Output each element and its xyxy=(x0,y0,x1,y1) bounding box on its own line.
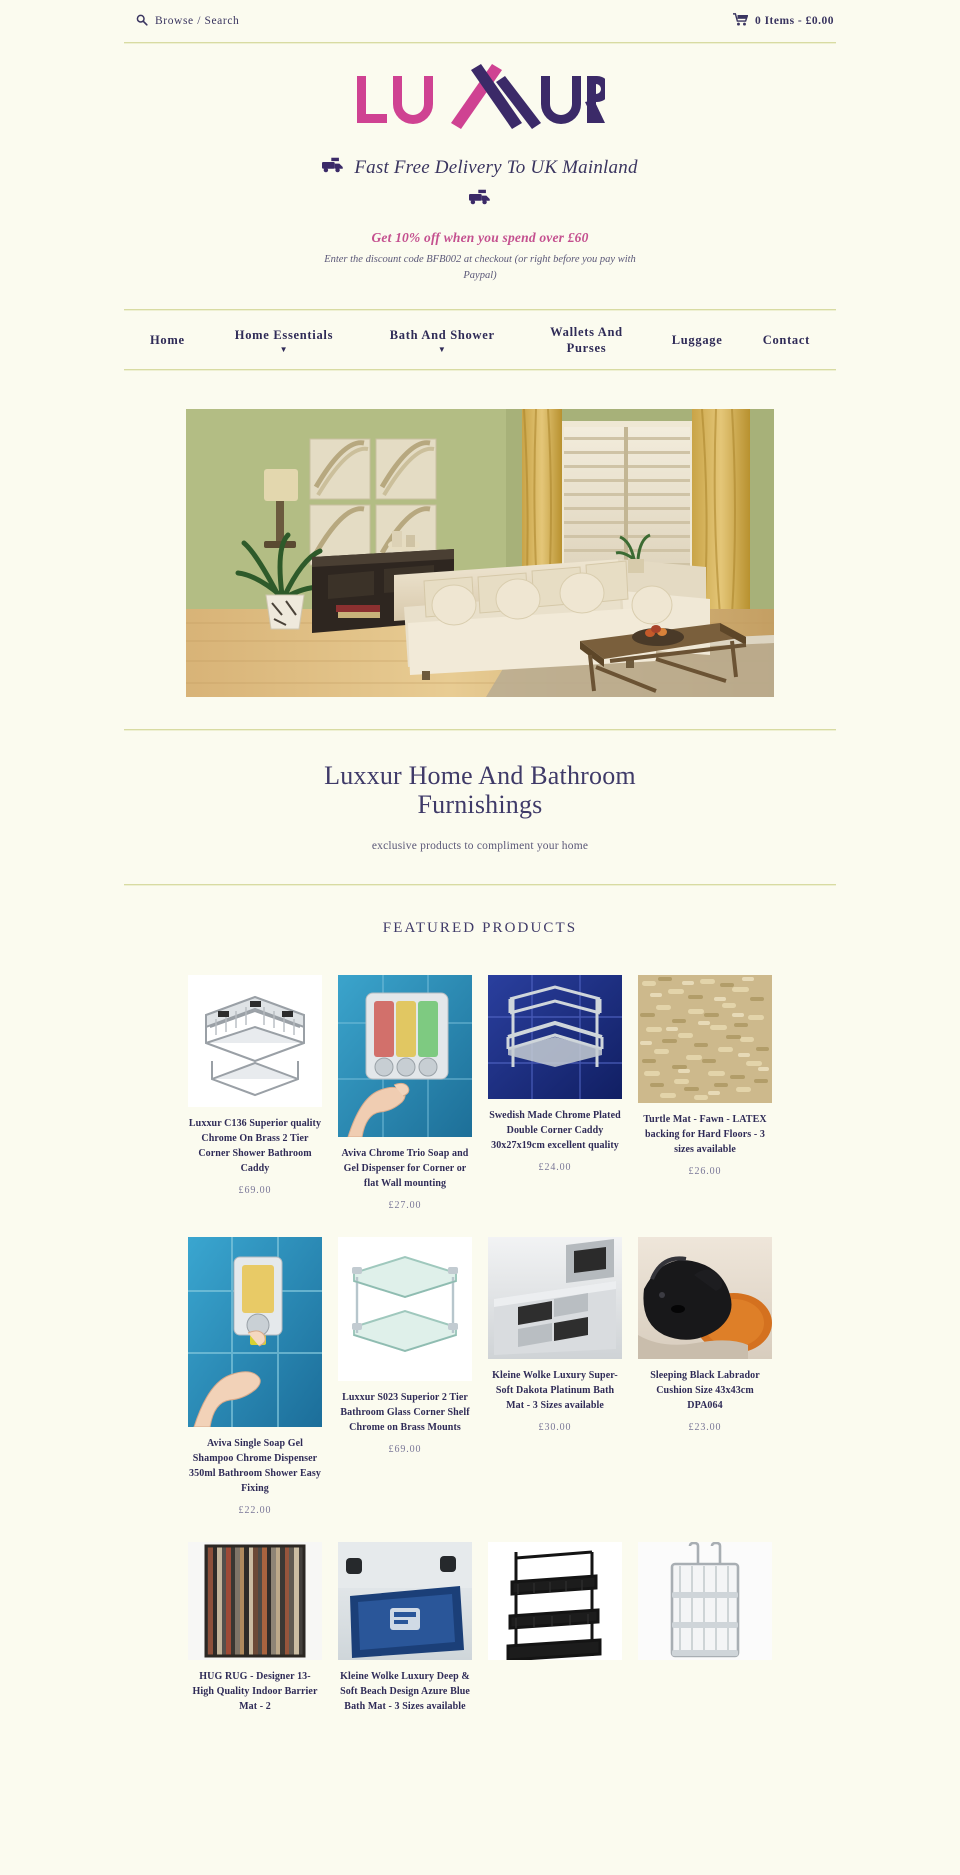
product-card[interactable]: Swedish Made Chrome Plated Double Corner… xyxy=(480,974,630,1237)
promo-details: Enter the discount code BFB002 at checko… xyxy=(324,254,636,282)
product-card[interactable]: Luxxur C136 Superior quality Chrome On B… xyxy=(180,974,330,1237)
product-title: Swedish Made Chrome Plated Double Corner… xyxy=(489,1109,621,1151)
product-title: Kleine Wolke Luxury Deep & Soft Beach De… xyxy=(340,1670,470,1712)
hero-banner-image[interactable] xyxy=(186,409,774,698)
nav-item-luggage[interactable]: Luggage xyxy=(672,332,723,349)
product-image xyxy=(188,974,322,1107)
nav-label: Wallets And Purses xyxy=(550,324,623,356)
nav-item-bath-and-shower[interactable]: Bath And Shower ▼ xyxy=(383,327,501,354)
product-title: Aviva Single Soap Gel Shampoo Chrome Dis… xyxy=(189,1437,321,1494)
product-card[interactable] xyxy=(480,1541,630,1749)
product-card[interactable]: Aviva Chrome Trio Soap and Gel Dispenser… xyxy=(330,974,480,1237)
nav-label: Contact xyxy=(762,332,810,347)
promo-headline: Get 10% off when you spend over £60 xyxy=(371,230,589,245)
product-price: £69.00 xyxy=(238,1184,272,1196)
delivery-truck-icon xyxy=(469,188,491,210)
product-price: £27.00 xyxy=(388,1199,422,1211)
product-price: £22.00 xyxy=(238,1504,272,1516)
nav-item-wallets-and-purses[interactable]: Wallets And Purses xyxy=(541,324,631,358)
product-price: £69.00 xyxy=(388,1443,422,1455)
product-card[interactable]: Sleeping Black Labrador Cushion Size 43x… xyxy=(630,1236,780,1542)
browse-search-button[interactable]: Browse / Search xyxy=(136,14,239,29)
product-card[interactable]: Turtle Mat - Fawn - LATEX backing for Ha… xyxy=(630,974,780,1237)
product-title: Sleeping Black Labrador Cushion Size 43x… xyxy=(650,1369,760,1411)
product-image xyxy=(338,1541,472,1660)
product-price: £30.00 xyxy=(538,1421,572,1433)
browse-search-label: Browse / Search xyxy=(155,15,240,27)
product-price: £26.00 xyxy=(688,1165,722,1177)
product-image xyxy=(638,1236,772,1359)
product-title: Luxxur S023 Superior 2 Tier Bathroom Gla… xyxy=(340,1391,470,1433)
product-price: £24.00 xyxy=(538,1161,572,1173)
search-icon xyxy=(136,14,148,29)
cart-label: 0 Items - £0.00 xyxy=(754,15,834,27)
product-card[interactable]: Aviva Single Soap Gel Shampoo Chrome Dis… xyxy=(180,1236,330,1542)
delivery-text: Fast Free Delivery To UK Mainland xyxy=(354,156,638,178)
delivery-banner: Fast Free Delivery To UK Mainland xyxy=(0,148,960,179)
product-title: HUG RUG - Designer 13- High Quality Indo… xyxy=(192,1670,318,1712)
product-card[interactable]: Luxxur S023 Superior 2 Tier Bathroom Gla… xyxy=(330,1236,480,1542)
page-root: Browse / Search 0 Items - £0.00 Fast Fre… xyxy=(0,0,960,1749)
main-navigation: Home Home Essentials ▼ Bath And Shower ▼… xyxy=(124,311,836,370)
product-card[interactable] xyxy=(630,1541,780,1749)
product-image xyxy=(188,1541,322,1660)
page-title: Luxxur Home And Bathroom Furnishings xyxy=(324,761,636,820)
nav-label: Home xyxy=(150,332,185,347)
product-image xyxy=(488,1236,622,1359)
product-image xyxy=(188,1236,322,1427)
cart-button[interactable]: 0 Items - £0.00 xyxy=(732,13,834,29)
product-title: Luxxur C136 Superior quality Chrome On B… xyxy=(188,1117,322,1174)
nav-item-home-essentials[interactable]: Home Essentials ▼ xyxy=(225,327,343,354)
intro-section: Luxxur Home And Bathroom Furnishings exc… xyxy=(0,731,960,851)
nav-item-contact[interactable]: Contact xyxy=(763,332,810,349)
product-card[interactable]: Kleine Wolke Luxury Deep & Soft Beach De… xyxy=(330,1541,480,1749)
chevron-down-icon: ▼ xyxy=(279,344,289,354)
product-image xyxy=(488,974,622,1099)
divider-nav-bottom xyxy=(124,369,836,372)
product-title: Aviva Chrome Trio Soap and Gel Dispenser… xyxy=(341,1147,469,1189)
product-image xyxy=(638,974,772,1103)
product-card[interactable]: HUG RUG - Designer 13- High Quality Indo… xyxy=(180,1541,330,1749)
site-logo[interactable] xyxy=(0,44,960,148)
nav-label: Home Essentials xyxy=(234,327,334,342)
product-title: Kleine Wolke Luxury Super-Soft Dakota Pl… xyxy=(492,1369,618,1411)
nav-label: Bath And Shower xyxy=(389,327,495,342)
product-image xyxy=(338,974,472,1137)
delivery-truck-icon xyxy=(322,156,344,179)
luxxur-wordmark xyxy=(355,62,605,142)
product-price: £23.00 xyxy=(688,1421,722,1433)
utility-bar: Browse / Search 0 Items - £0.00 xyxy=(124,0,836,42)
shopping-cart-icon xyxy=(732,13,749,29)
delivery-truck-secondary xyxy=(0,179,960,210)
featured-products-heading: FEATURED PRODUCTS xyxy=(382,919,578,936)
nav-item-home[interactable]: Home xyxy=(150,332,185,349)
chevron-down-icon: ▼ xyxy=(437,344,447,354)
product-title: Turtle Mat - Fawn - LATEX backing for Ha… xyxy=(643,1113,767,1155)
product-image xyxy=(638,1541,772,1660)
product-image xyxy=(488,1541,622,1660)
page-subtitle: exclusive products to compliment your ho… xyxy=(371,839,589,852)
nav-label: Luggage xyxy=(671,332,723,347)
featured-products-grid: Luxxur C136 Superior quality Chrome On B… xyxy=(180,974,780,1749)
product-card[interactable]: Kleine Wolke Luxury Super-Soft Dakota Pl… xyxy=(480,1236,630,1542)
product-image xyxy=(338,1236,472,1381)
